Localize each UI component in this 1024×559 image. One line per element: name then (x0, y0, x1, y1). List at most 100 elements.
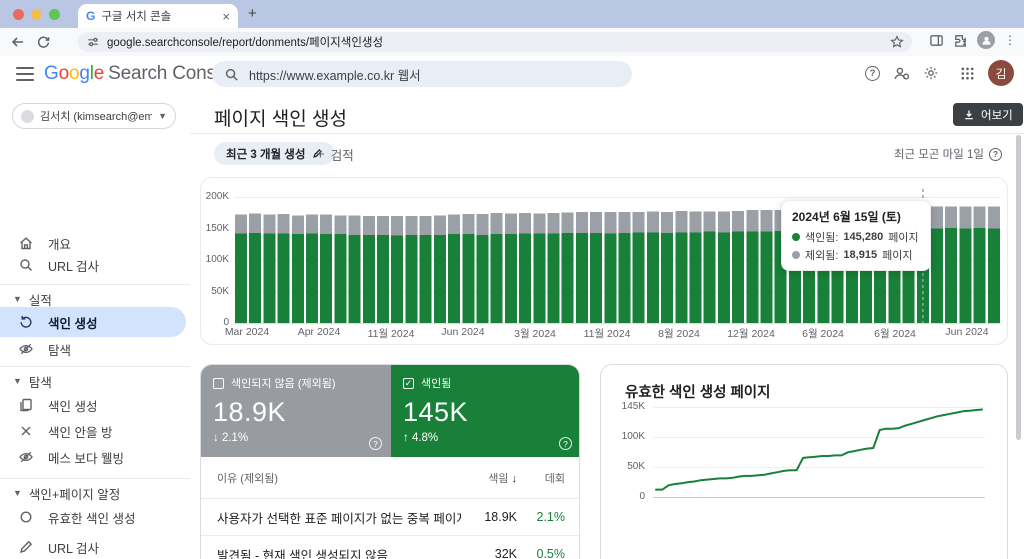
y-tick-label: 150K (205, 222, 229, 234)
indexed-card[interactable]: ✓ 색인됨 145K ↑ 4.8% ? (391, 365, 579, 457)
settings-gear-icon[interactable] (923, 65, 939, 81)
sidebar-item-wellbeing[interactable]: 메스 보다 웰빙 (0, 444, 186, 470)
pct-cell: 2.1% (536, 510, 566, 524)
reason-cell: 발견됨 - 현재 색인 생성되지 않음 (217, 548, 389, 559)
reason-cell: 사용자가 선택한 표준 페이지가 없는 중복 페이지 (217, 511, 461, 526)
x-tick-label: 6월 2024 (874, 328, 916, 340)
info-help-icon[interactable]: ? (989, 147, 1002, 161)
sidebar-section-label: 실적 (28, 293, 52, 308)
back-icon[interactable] (10, 34, 26, 50)
sidebar-item-label: 색인 생성 (48, 316, 98, 331)
help-icon[interactable]: ? (865, 65, 880, 81)
checkbox-unchecked-icon[interactable] (213, 377, 224, 389)
valid-pages-card: 유효한 색인 생성 페이지 145K 100K 50K 0 (600, 364, 1008, 559)
checkbox-checked-icon[interactable]: ✓ (403, 377, 414, 389)
manage-users-icon[interactable] (893, 65, 910, 82)
site-info-icon[interactable] (86, 35, 100, 49)
more-vert-icon[interactable]: ⋮ (1004, 33, 1016, 47)
caret-down-icon: ▼ (13, 376, 22, 386)
refresh-icon (20, 315, 32, 328)
col-pages-header[interactable]: 색읨 ↓ (461, 470, 517, 486)
export-button[interactable]: 어보기 (953, 103, 1023, 126)
sidebar-item-discover[interactable]: 탐색 (0, 336, 186, 362)
help-icon[interactable]: ? (369, 437, 382, 450)
sidebar-item-not-indexed[interactable]: 색인 안을 방 (0, 418, 186, 444)
sidebar-item-label: 탐색 (48, 343, 72, 358)
x-tick-label: Jun 2024 (441, 326, 485, 338)
url-bar[interactable]: google.searchconsole/report/donments/페이지… (78, 32, 912, 52)
scrollbar-thumb[interactable] (1016, 135, 1021, 440)
last-updated: 최근 모곤 마일 1일 ? (894, 146, 1002, 162)
search-box-value[interactable]: https://www.example.co.kr 웹서 (249, 65, 421, 84)
excluded-x-icon (21, 426, 31, 436)
property-label: 김서치 (kimsearch@email. (40, 111, 153, 123)
tooltip-indexed-row: 색인됨: 145,280 페이지 (792, 229, 920, 245)
col-reason-header[interactable]: 이유 (제외됨) (217, 470, 461, 486)
table-row[interactable]: 발견됨 - 현재 색인 생성되지 않음 32K 0.5% (201, 536, 579, 559)
y-tick-label: 100K (205, 254, 229, 265)
property-selector[interactable]: 김서치 (kimsearch@email. ▼ (12, 103, 176, 129)
x-tick-label: 11월 2024 (367, 328, 415, 340)
help-icon[interactable]: ? (559, 437, 572, 450)
indexed-value: 145K (403, 397, 469, 427)
chevron-down-icon: ▼ (158, 111, 167, 121)
fullscreen-window-button[interactable] (49, 9, 60, 20)
sidebar-item-url-inspect-2[interactable]: URL 검사 (0, 534, 186, 559)
new-tab-button[interactable]: + (248, 5, 257, 22)
extensions-puzzle-icon[interactable] (953, 33, 968, 48)
sidebar-item-label: 색인 생성 (48, 399, 98, 414)
caret-down-icon: ▼ (13, 294, 22, 304)
tooltip-excluded-row: 제외됨: 18,915 페이지 (792, 247, 920, 263)
user-avatar[interactable]: 김 (988, 60, 1014, 86)
pages-icon (20, 398, 32, 412)
indexed-delta: ↑ 4.8% (403, 432, 439, 444)
sidebar-section-crawl[interactable]: ▼ 탐색 (13, 370, 183, 392)
bookmark-star-icon[interactable] (890, 35, 904, 49)
col-pct-header[interactable]: 데회 (517, 470, 565, 486)
sidebar-item-url-inspect[interactable]: URL 검사 (0, 252, 186, 278)
hamburger-menu-icon[interactable] (16, 67, 34, 81)
apps-grid-icon[interactable] (960, 66, 975, 81)
pages-cell: 32K (494, 547, 517, 559)
not-indexed-card[interactable]: 색인되지 않음 (제외됨) 18.9K ↓ 2.1% ? (201, 365, 391, 457)
property-search-box[interactable]: https://www.example.co.kr 웹서 (212, 61, 632, 87)
add-filter-button[interactable]: + 검적 (316, 145, 354, 164)
pct-cell: 0.5% (536, 547, 566, 559)
minimize-window-button[interactable] (31, 9, 42, 20)
sidebar-section-label: 색인+페이지 알정 (28, 487, 121, 502)
page-title: 페이지 색인 생성 (214, 109, 347, 130)
toolbar-right-icons: ⋮ (929, 31, 1016, 49)
url-text[interactable]: google.searchconsole/report/donments/페이지… (107, 34, 883, 50)
excluded-dot-icon (792, 251, 800, 259)
plus-icon: + (316, 146, 325, 163)
y-tick-label: 50K (211, 285, 229, 297)
close-window-button[interactable] (13, 9, 24, 20)
tab-close-icon[interactable]: × (222, 9, 230, 24)
sidebar-item-indexing-selected[interactable]: 색인 생성 (0, 307, 186, 337)
sidebar-item-valid-pages[interactable]: 유효한 색인 생성 (0, 504, 186, 530)
valid-pages-title: 유효한 색인 생성 페이지 (625, 385, 771, 401)
search-icon (224, 67, 239, 82)
sidebar-section-label: 탐색 (28, 375, 52, 390)
sidebar-item-label: URL 검사 (48, 541, 100, 556)
sidebar-item-indexing-pages[interactable]: 색인 생성 (0, 392, 186, 418)
table-row[interactable]: 사용자가 선택한 표준 페이지가 없는 중복 페이지 18.9K 2.1% (201, 499, 579, 536)
y-tick-label: 50K (627, 461, 645, 472)
favicon-google-icon: G (86, 9, 96, 23)
last-updated-label: 최근 모곤 마일 1일 (893, 149, 984, 161)
add-filter-label: 검적 (330, 149, 354, 163)
browser-tab[interactable]: G 구글 서치 콘솔 × (78, 4, 238, 28)
x-tick-label: 8월 2024 (658, 328, 700, 340)
export-button-label: 어보기 (981, 109, 1013, 122)
sidebar-section-index-pages[interactable]: ▼ 색인+페이지 알정 (13, 482, 183, 504)
browser-profile-avatar[interactable] (977, 31, 995, 49)
indexed-label: 색인됨 (421, 378, 452, 390)
valid-pages-line-chart[interactable] (653, 401, 985, 501)
reload-icon[interactable] (36, 35, 51, 50)
browser-tabstrip: G 구글 서치 콘솔 × + (0, 0, 1024, 28)
y-tick-label: 100K (621, 431, 645, 442)
x-tick-label: 11월 2024 (583, 328, 631, 340)
side-panel-icon[interactable] (929, 33, 944, 48)
circle-icon (20, 511, 32, 523)
sidebar-item-label: URL 검사 (48, 259, 100, 274)
